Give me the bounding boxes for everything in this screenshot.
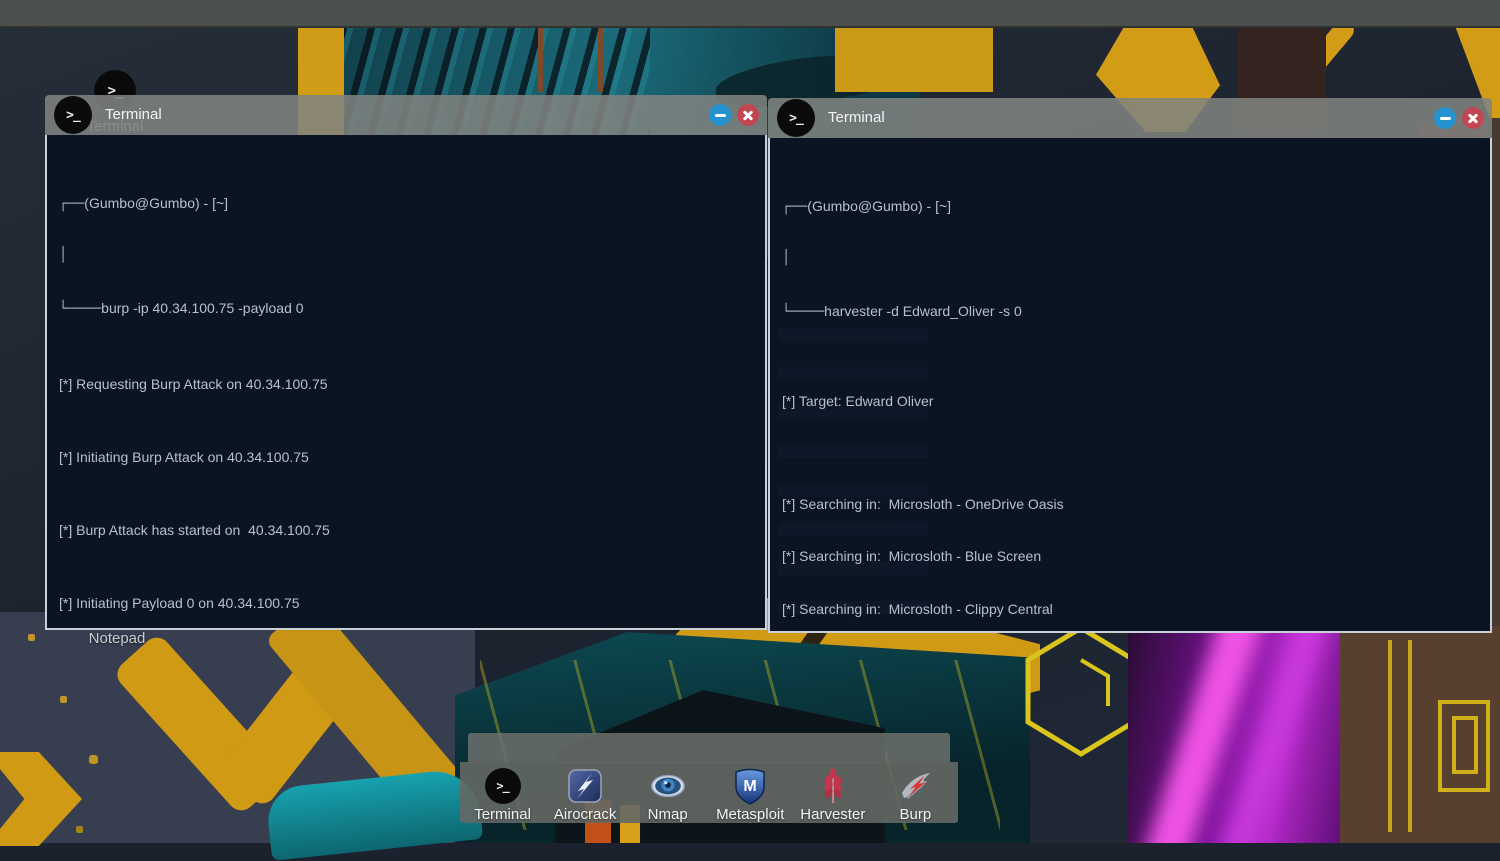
bg-shape [598,28,603,92]
search-result-line: [*] Searching in: Microsloth - Blue Scre… [782,546,1476,566]
terminal-output-line: [*] Burp Attack has started on 40.34.100… [59,523,751,538]
dock-item-label: Metasploit [716,806,784,823]
dock-item-label: Burp [900,806,932,823]
terminal-icon: >_ [485,768,521,804]
bg-shape [1452,716,1478,774]
dock-item-metasploit[interactable]: M Metasploit [710,762,790,823]
dock-item-burp[interactable]: Burp [875,762,955,823]
terminal-output-line: [*] Requesting Burp Attack on 40.34.100.… [59,377,751,392]
desktop-icon-label: Notepad [89,630,146,647]
tree-glyph: ┌── [782,199,807,215]
command-text: harvester -d Edward_Oliver -s 0 [824,303,1022,319]
burp-icon [896,767,934,805]
dock-item-label: Terminal [474,806,531,823]
prompt-text: (Gumbo@Gumbo) - [~] [807,198,951,214]
dock-item-label: Harvester [800,806,865,823]
terminal-output-line: [*] Initiating Burp Attack on 40.34.100.… [59,450,751,465]
tree-glyph: └──── [59,301,101,317]
nmap-icon [649,767,687,805]
titlebar[interactable]: >_ Terminal [45,95,767,135]
search-result-line: [*] Searching in: Microsloth - OneDrive … [782,494,1476,514]
tree-glyph: ┌── [59,196,84,212]
close-button[interactable] [737,104,759,126]
window-title: Terminal [828,98,885,138]
search-results: [*] Searching in: Microsloth - OneDrive … [782,462,1476,631]
harvester-icon [814,767,852,805]
prompt-text: (Gumbo@Gumbo) - [~] [84,195,228,211]
tree-glyph: └──── [782,304,824,320]
minimize-button[interactable] [709,104,731,126]
search-result-line: [*] Searching in: Microsloth - Clippy Ce… [782,599,1476,619]
prompt-line: ┌──(Gumbo@Gumbo) - [~] [782,196,1476,216]
terminal-output-area: ┌──(Gumbo@Gumbo) - [~] │ └────harvester … [770,138,1490,631]
titlebar[interactable]: >_ Terminal [768,98,1492,138]
bg-shape [835,28,993,92]
dock-item-airocrack[interactable]: Airocrack [545,762,625,823]
metasploit-icon: M [731,767,769,805]
close-button[interactable] [1462,107,1484,129]
prompt-line: ┌──(Gumbo@Gumbo) - [~] [59,193,751,213]
terminal-icon: >_ [54,96,92,134]
dock-item-label: Airocrack [554,806,617,823]
bg-shape [1128,626,1343,843]
terminal-output-line: [*] Initiating Payload 0 on 40.34.100.75 [59,596,751,611]
dock-item-terminal[interactable]: >_ Terminal [463,762,543,823]
tree-glyph: │ [59,245,751,265]
target-line: [*] Target: Edward Oliver [782,394,1476,409]
bg-shape [1408,640,1412,832]
dock: >_ Terminal Airocrack Nmap [460,762,958,823]
dock-item-harvester[interactable]: Harvester [793,762,873,823]
top-system-bar [0,0,1500,28]
bg-shape [1388,640,1392,832]
terminal-body[interactable]: ┌──(Gumbo@Gumbo) - [~] │ └────burp -ip 4… [45,135,767,630]
dock-tab [468,733,950,763]
dock-item-label: Nmap [648,806,688,823]
window-title: Terminal [105,95,162,135]
airocrack-icon [566,767,604,805]
command-line: └────burp -ip 40.34.100.75 -payload 0 [59,297,751,319]
terminal-window-left: >_ Terminal ┌──(Gumbo@Gumbo) - [~] │ └──… [45,95,767,630]
bg-shape [1022,624,1140,758]
bg-shape [28,634,35,641]
terminal-output-area: ┌──(Gumbo@Gumbo) - [~] │ └────burp -ip 4… [47,135,765,628]
bg-shape [538,28,543,92]
terminal-window-right: >_ Terminal ┌──(Gumbo@Gumbo) - [~] │ └──… [768,98,1492,633]
dock-item-nmap[interactable]: Nmap [628,762,708,823]
terminal-body[interactable]: ┌──(Gumbo@Gumbo) - [~] │ └────harvester … [768,138,1492,633]
command-line: └────harvester -d Edward_Oliver -s 0 [782,300,1476,322]
svg-text:M: M [744,778,757,795]
tree-glyph: │ [782,248,1476,268]
minimize-button[interactable] [1434,107,1456,129]
command-text: burp -ip 40.34.100.75 -payload 0 [101,300,303,316]
terminal-icon: >_ [777,99,815,137]
